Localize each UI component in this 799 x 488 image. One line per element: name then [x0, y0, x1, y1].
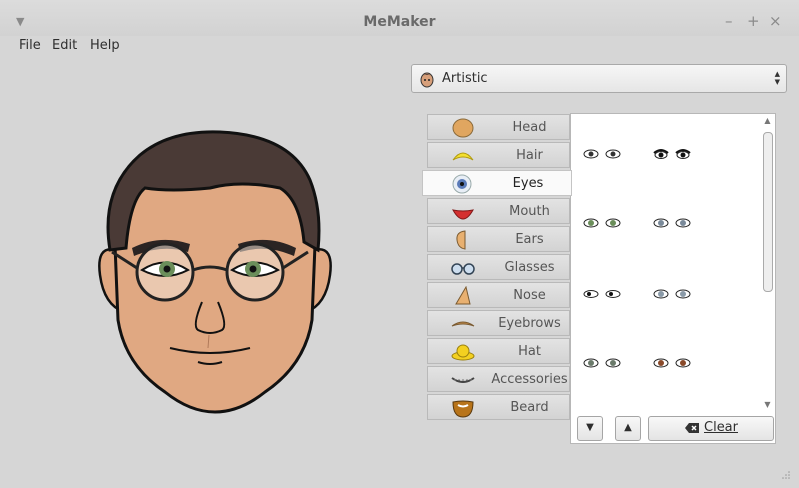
clear-button-content: Clear	[649, 417, 773, 439]
tab-label: Beard	[510, 400, 549, 415]
head-icon	[452, 118, 474, 138]
tab-label: Accessories	[491, 372, 568, 387]
eyes-grid	[571, 114, 761, 409]
style-select-value: Artistic	[442, 71, 488, 86]
resize-grip-icon[interactable]	[781, 470, 791, 480]
menu-edit[interactable]: Edit	[52, 38, 77, 53]
eye-icon	[452, 174, 472, 194]
glasses-icon	[451, 263, 475, 275]
hair-icon	[452, 152, 474, 161]
tab-hair[interactable]: Hair	[427, 142, 570, 168]
tab-label: Nose	[513, 288, 546, 303]
move-down-button[interactable]: ▼	[577, 416, 603, 441]
eyes-option-4[interactable]	[653, 215, 691, 231]
ear-icon	[456, 230, 466, 250]
tab-mouth[interactable]: Mouth	[427, 198, 570, 224]
tab-glasses[interactable]: Glasses	[427, 254, 570, 280]
tab-label: Head	[512, 120, 547, 135]
menu-help[interactable]: Help	[90, 38, 120, 53]
minimize-button[interactable]: –	[725, 12, 733, 30]
nose-icon	[455, 286, 471, 305]
eyes-option-2[interactable]	[653, 146, 691, 162]
tab-accessories[interactable]: Accessories	[427, 366, 570, 392]
eyes-options-panel	[570, 113, 776, 444]
accessories-icon	[451, 377, 475, 383]
menu-bar: File Edit Help	[0, 36, 799, 58]
window-title: MeMaker	[363, 14, 436, 30]
tab-label: Eyes	[512, 176, 544, 191]
tab-label: Glasses	[504, 260, 555, 275]
tab-label: Eyebrows	[498, 316, 561, 331]
eyebrow-icon	[451, 321, 475, 327]
eyes-option-8[interactable]	[653, 355, 691, 371]
eyes-option-1[interactable]	[583, 146, 621, 162]
scroll-up-icon[interactable]: ▲	[760, 116, 775, 128]
tab-beard[interactable]: Beard	[427, 394, 570, 420]
close-button[interactable]: ×	[769, 12, 782, 30]
eyes-option-5[interactable]	[583, 286, 621, 302]
category-tabs: Head Hair Eyes Mouth Ears Glasses Nose E…	[422, 114, 572, 422]
tab-ears[interactable]: Ears	[427, 226, 570, 252]
clear-button-label: Clear	[704, 420, 738, 435]
scrollbar-thumb[interactable]	[763, 132, 773, 292]
tab-eyebrows[interactable]: Eyebrows	[427, 310, 570, 336]
eyes-option-7[interactable]	[583, 355, 621, 371]
title-bar: ▼ MeMaker – + ×	[0, 0, 799, 36]
clear-button[interactable]: Clear	[648, 416, 774, 441]
tab-eyes[interactable]: Eyes	[422, 170, 572, 196]
tab-label: Mouth	[509, 204, 550, 219]
menu-file[interactable]: File	[19, 38, 41, 53]
hat-icon	[451, 344, 475, 361]
scroll-down-icon[interactable]: ▼	[760, 400, 775, 412]
tab-label: Hat	[518, 344, 541, 359]
tab-label: Hair	[516, 148, 543, 163]
avatar-preview	[98, 130, 332, 414]
mouth-icon	[452, 209, 474, 220]
tab-head[interactable]: Head	[427, 114, 570, 140]
combo-arrows-icon: ▲ ▼	[774, 70, 780, 86]
tab-nose[interactable]: Nose	[427, 282, 570, 308]
face-icon	[420, 72, 434, 88]
beard-icon	[452, 400, 474, 418]
backspace-icon	[685, 423, 699, 433]
style-select[interactable]: Artistic ▲ ▼	[411, 64, 787, 93]
eyes-option-6[interactable]	[653, 286, 691, 302]
options-scrollbar[interactable]: ▲ ▼	[760, 114, 775, 414]
eyes-option-3[interactable]	[583, 215, 621, 231]
tab-label: Ears	[515, 232, 544, 247]
maximize-button[interactable]: +	[747, 12, 760, 30]
arrow-down-icon: ▼	[586, 422, 594, 433]
tab-hat[interactable]: Hat	[427, 338, 570, 364]
arrow-up-icon: ▲	[624, 422, 632, 433]
move-up-button[interactable]: ▲	[615, 416, 641, 441]
